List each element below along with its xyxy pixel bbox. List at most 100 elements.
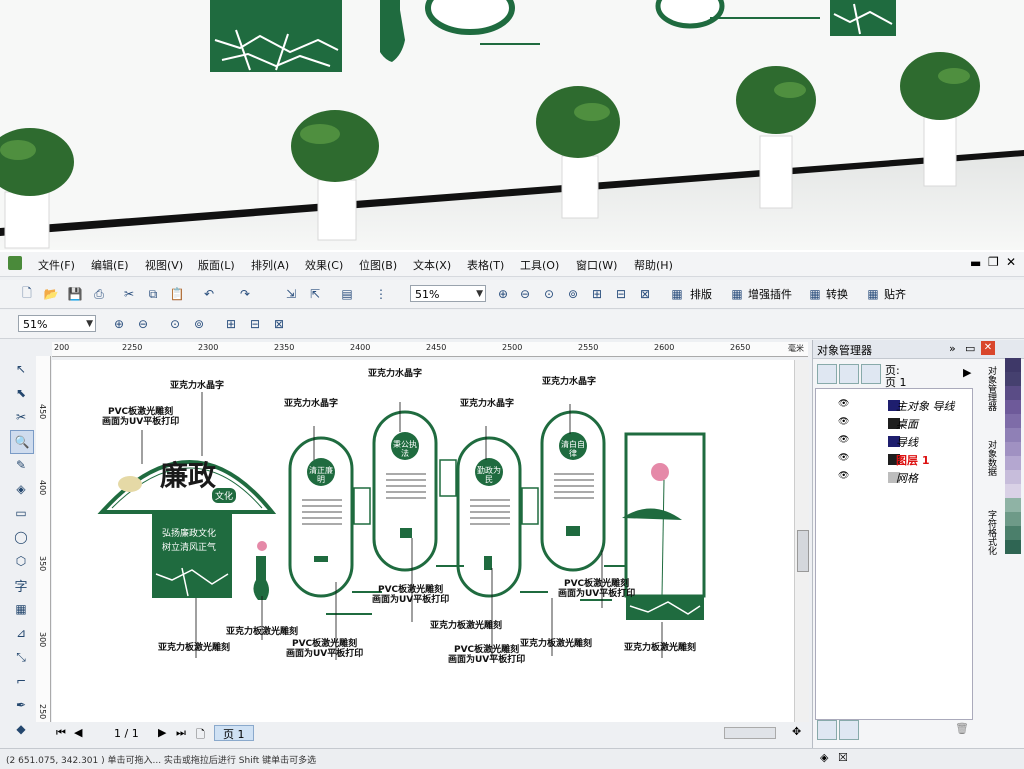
polygon-tool-icon[interactable]: ⬡ bbox=[10, 550, 32, 572]
page-tab[interactable]: 页 1 bbox=[214, 725, 254, 741]
add-page-icon[interactable]: 🗋 bbox=[196, 726, 205, 745]
export-icon[interactable]: ⇱ bbox=[306, 285, 324, 303]
save-icon[interactable]: 💾 bbox=[66, 285, 84, 303]
parallel-dimension-icon[interactable]: ⊿ bbox=[10, 622, 32, 644]
outline-pen-icon[interactable]: ✒ bbox=[10, 694, 32, 716]
palette-swatch[interactable] bbox=[1005, 484, 1021, 498]
eyedropper-icon[interactable]: ⌐ bbox=[10, 670, 32, 692]
docker-close-icon[interactable]: ✕ bbox=[981, 341, 995, 355]
collapse-icon[interactable]: » bbox=[949, 342, 956, 355]
new-document-icon[interactable]: 🗋 bbox=[18, 285, 36, 303]
fill-tool-icon[interactable]: ◆ bbox=[10, 718, 32, 740]
arrange-icon[interactable]: ▦ bbox=[668, 285, 686, 303]
table-tool-icon[interactable]: ▦ bbox=[10, 598, 32, 620]
paste-icon[interactable]: 📋 bbox=[168, 285, 186, 303]
zoom-in-icon[interactable]: ⊕ bbox=[494, 285, 512, 303]
outline-indicator-icon[interactable]: ☒ bbox=[838, 751, 848, 764]
zoom-tool-icon[interactable]: 🔍 bbox=[10, 430, 34, 454]
palette-swatch[interactable] bbox=[1005, 372, 1021, 386]
import-icon[interactable]: ⇲ bbox=[282, 285, 300, 303]
redo-icon[interactable]: ↷ bbox=[236, 285, 254, 303]
navigator-icon[interactable]: ✥ bbox=[792, 725, 801, 738]
open-folder-icon[interactable]: 📂 bbox=[42, 285, 60, 303]
drawing-canvas[interactable]: 廉政 文化 弘扬廉政文化 树立清风正气 清正廉明 秉公执法 勤政为民 清白自律 … bbox=[52, 360, 808, 722]
zoom-all-icon[interactable]: ⊚ bbox=[564, 285, 582, 303]
menu-window[interactable]: 窗口(W) bbox=[576, 257, 617, 273]
edit-across-layers-icon[interactable] bbox=[839, 364, 859, 384]
side-tab-object-manager[interactable]: 对象管理器 bbox=[985, 366, 998, 411]
minimize-icon[interactable]: ▬ bbox=[970, 256, 981, 270]
page-next-icon[interactable]: ▶ bbox=[158, 726, 166, 739]
app-launcher-icon[interactable]: ⋮ bbox=[372, 285, 390, 303]
undo-icon[interactable]: ↶ bbox=[200, 285, 218, 303]
ellipse-tool-icon[interactable]: ◯ bbox=[10, 526, 32, 548]
plugin-button[interactable]: 增强插件 bbox=[748, 286, 792, 302]
palette-swatch[interactable] bbox=[1005, 400, 1021, 414]
menu-text[interactable]: 文本(X) bbox=[413, 257, 451, 273]
publish-pdf-icon[interactable]: ▤ bbox=[338, 285, 356, 303]
convert-button[interactable]: 转换 bbox=[826, 286, 848, 302]
zoom-height-icon[interactable]: ⊠ bbox=[636, 285, 654, 303]
scroll-thumb[interactable] bbox=[797, 530, 809, 572]
property-zoom-combo[interactable]: 51% ▼ bbox=[18, 315, 96, 332]
zoom-out-icon[interactable]: ⊖ bbox=[516, 285, 534, 303]
palette-swatch[interactable] bbox=[1005, 358, 1021, 372]
docker-minimize-icon[interactable]: ▭ bbox=[965, 342, 975, 355]
menu-bitmaps[interactable]: 位图(B) bbox=[359, 257, 397, 273]
snap-button[interactable]: 贴齐 bbox=[884, 286, 906, 302]
side-tab-object-data[interactable]: 对象数据 bbox=[985, 440, 998, 476]
arrange-button[interactable]: 排版 bbox=[690, 286, 712, 302]
palette-swatch[interactable] bbox=[1005, 428, 1021, 442]
menu-file[interactable]: 文件(F) bbox=[38, 257, 75, 273]
zoom-out-icon[interactable]: ⊖ bbox=[134, 315, 152, 333]
menu-view[interactable]: 视图(V) bbox=[145, 257, 183, 273]
zoom-width-icon[interactable]: ⊟ bbox=[246, 315, 264, 333]
smart-fill-icon[interactable]: ◈ bbox=[10, 478, 32, 500]
close-icon[interactable]: ✕ bbox=[1006, 255, 1016, 269]
eye-icon[interactable]: 👁 bbox=[838, 417, 849, 427]
text-tool-icon[interactable]: 字 bbox=[10, 574, 32, 596]
menu-arrange[interactable]: 排列(A) bbox=[251, 257, 289, 273]
side-tab-character-format[interactable]: 字符格式化 bbox=[985, 510, 998, 555]
print-icon[interactable]: ⎙ bbox=[90, 285, 108, 303]
crop-tool-icon[interactable]: ✂ bbox=[10, 406, 32, 428]
new-layer-icon[interactable] bbox=[817, 720, 837, 740]
docker-arrow-icon[interactable]: ▶ bbox=[963, 366, 971, 379]
pick-tool-icon[interactable]: ↖ bbox=[10, 358, 32, 380]
palette-swatch[interactable] bbox=[1005, 414, 1021, 428]
restore-icon[interactable]: ❐ bbox=[988, 255, 999, 269]
fill-indicator-icon[interactable]: ◈ bbox=[820, 751, 828, 764]
palette-swatch[interactable] bbox=[1005, 442, 1021, 456]
eye-icon[interactable]: 👁 bbox=[838, 453, 849, 463]
show-properties-icon[interactable] bbox=[817, 364, 837, 384]
menu-layout[interactable]: 版面(L) bbox=[198, 257, 235, 273]
connector-tool-icon[interactable]: ⤡ bbox=[10, 646, 32, 668]
convert-icon[interactable]: ▦ bbox=[806, 285, 824, 303]
shape-tool-icon[interactable]: ⬉ bbox=[10, 382, 32, 404]
palette-swatch[interactable] bbox=[1005, 470, 1021, 484]
snap-icon[interactable]: ▦ bbox=[864, 285, 882, 303]
palette-swatch[interactable] bbox=[1005, 456, 1021, 470]
zoom-page-icon[interactable]: ⊞ bbox=[588, 285, 606, 303]
menu-help[interactable]: 帮助(H) bbox=[634, 257, 673, 273]
zoom-all-icon[interactable]: ⊚ bbox=[190, 315, 208, 333]
palette-swatch[interactable] bbox=[1005, 526, 1021, 540]
layer-manager-view-icon[interactable] bbox=[861, 364, 881, 384]
palette-swatch[interactable] bbox=[1005, 540, 1021, 554]
zoom-width-icon[interactable]: ⊟ bbox=[612, 285, 630, 303]
delete-icon[interactable]: 🗑 bbox=[955, 722, 969, 735]
zoom-height-icon[interactable]: ⊠ bbox=[270, 315, 288, 333]
zoom-page-icon[interactable]: ⊞ bbox=[222, 315, 240, 333]
layer-row[interactable]: 👁 桌面 bbox=[838, 415, 1018, 432]
palette-swatch[interactable] bbox=[1005, 512, 1021, 526]
eye-icon[interactable]: 👁 bbox=[838, 471, 849, 481]
eye-icon[interactable]: 👁 bbox=[838, 399, 849, 409]
freehand-tool-icon[interactable]: ✎ bbox=[10, 454, 32, 476]
page-prev-icon[interactable]: ◀ bbox=[74, 726, 82, 739]
menu-effects[interactable]: 效果(C) bbox=[305, 257, 343, 273]
menu-tools[interactable]: 工具(O) bbox=[520, 257, 559, 273]
rectangle-tool-icon[interactable]: ▭ bbox=[10, 502, 32, 524]
zoom-selected-icon[interactable]: ⊙ bbox=[540, 285, 558, 303]
copy-icon[interactable]: ⧉ bbox=[144, 285, 162, 303]
palette-swatch[interactable] bbox=[1005, 386, 1021, 400]
